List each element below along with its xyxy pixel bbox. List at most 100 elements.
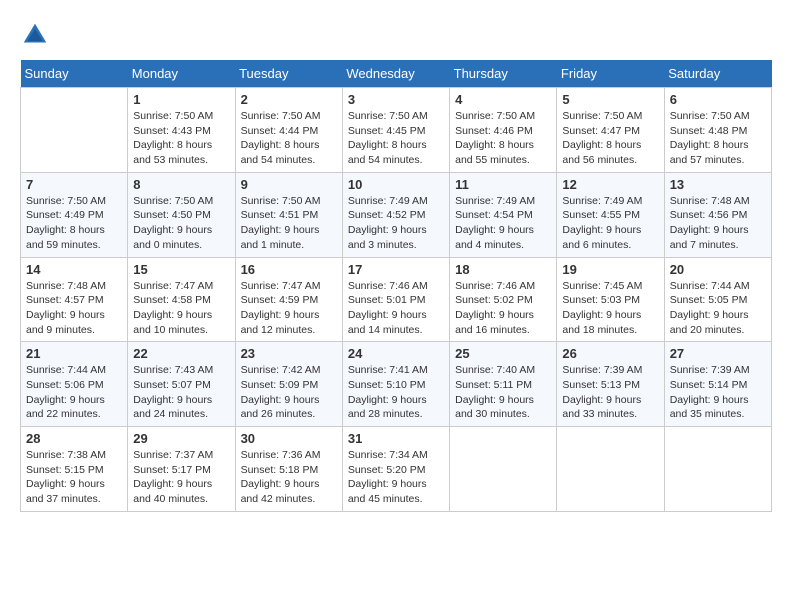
calendar-cell: 12 Sunrise: 7:49 AMSunset: 4:55 PMDaylig… [557,172,664,257]
day-detail: Sunrise: 7:50 AMSunset: 4:51 PMDaylight:… [241,194,337,253]
day-detail: Sunrise: 7:49 AMSunset: 4:54 PMDaylight:… [455,194,551,253]
day-detail: Sunrise: 7:45 AMSunset: 5:03 PMDaylight:… [562,279,658,338]
day-number: 27 [670,346,766,361]
day-number: 16 [241,262,337,277]
day-number: 30 [241,431,337,446]
day-number: 19 [562,262,658,277]
calendar-cell [557,427,664,512]
calendar-cell: 26 Sunrise: 7:39 AMSunset: 5:13 PMDaylig… [557,342,664,427]
calendar-cell: 20 Sunrise: 7:44 AMSunset: 5:05 PMDaylig… [664,257,771,342]
day-detail: Sunrise: 7:50 AMSunset: 4:47 PMDaylight:… [562,109,658,168]
day-number: 11 [455,177,551,192]
day-detail: Sunrise: 7:50 AMSunset: 4:49 PMDaylight:… [26,194,122,253]
day-number: 15 [133,262,229,277]
day-detail: Sunrise: 7:50 AMSunset: 4:44 PMDaylight:… [241,109,337,168]
calendar-cell [664,427,771,512]
calendar-day-header: Friday [557,60,664,88]
calendar-cell: 19 Sunrise: 7:45 AMSunset: 5:03 PMDaylig… [557,257,664,342]
day-number: 13 [670,177,766,192]
calendar-cell: 31 Sunrise: 7:34 AMSunset: 5:20 PMDaylig… [342,427,449,512]
day-detail: Sunrise: 7:46 AMSunset: 5:01 PMDaylight:… [348,279,444,338]
day-number: 24 [348,346,444,361]
day-detail: Sunrise: 7:50 AMSunset: 4:50 PMDaylight:… [133,194,229,253]
day-detail: Sunrise: 7:49 AMSunset: 4:52 PMDaylight:… [348,194,444,253]
day-number: 6 [670,92,766,107]
day-detail: Sunrise: 7:50 AMSunset: 4:43 PMDaylight:… [133,109,229,168]
day-number: 3 [348,92,444,107]
calendar-cell: 3 Sunrise: 7:50 AMSunset: 4:45 PMDayligh… [342,88,449,173]
calendar-cell: 23 Sunrise: 7:42 AMSunset: 5:09 PMDaylig… [235,342,342,427]
day-number: 9 [241,177,337,192]
day-number: 10 [348,177,444,192]
calendar-cell: 6 Sunrise: 7:50 AMSunset: 4:48 PMDayligh… [664,88,771,173]
calendar-cell: 17 Sunrise: 7:46 AMSunset: 5:01 PMDaylig… [342,257,449,342]
day-number: 20 [670,262,766,277]
day-number: 2 [241,92,337,107]
calendar-table: SundayMondayTuesdayWednesdayThursdayFrid… [20,60,772,512]
calendar-day-header: Saturday [664,60,771,88]
day-detail: Sunrise: 7:47 AMSunset: 4:59 PMDaylight:… [241,279,337,338]
calendar-header-row: SundayMondayTuesdayWednesdayThursdayFrid… [21,60,772,88]
calendar-cell: 18 Sunrise: 7:46 AMSunset: 5:02 PMDaylig… [450,257,557,342]
calendar-day-header: Monday [128,60,235,88]
calendar-cell: 29 Sunrise: 7:37 AMSunset: 5:17 PMDaylig… [128,427,235,512]
day-detail: Sunrise: 7:40 AMSunset: 5:11 PMDaylight:… [455,363,551,422]
day-detail: Sunrise: 7:34 AMSunset: 5:20 PMDaylight:… [348,448,444,507]
day-detail: Sunrise: 7:46 AMSunset: 5:02 PMDaylight:… [455,279,551,338]
day-detail: Sunrise: 7:39 AMSunset: 5:13 PMDaylight:… [562,363,658,422]
calendar-cell: 8 Sunrise: 7:50 AMSunset: 4:50 PMDayligh… [128,172,235,257]
day-number: 5 [562,92,658,107]
day-number: 28 [26,431,122,446]
day-detail: Sunrise: 7:38 AMSunset: 5:15 PMDaylight:… [26,448,122,507]
calendar-day-header: Sunday [21,60,128,88]
day-number: 17 [348,262,444,277]
calendar-cell: 27 Sunrise: 7:39 AMSunset: 5:14 PMDaylig… [664,342,771,427]
day-detail: Sunrise: 7:50 AMSunset: 4:48 PMDaylight:… [670,109,766,168]
day-detail: Sunrise: 7:39 AMSunset: 5:14 PMDaylight:… [670,363,766,422]
day-number: 8 [133,177,229,192]
calendar-day-header: Thursday [450,60,557,88]
day-number: 31 [348,431,444,446]
day-detail: Sunrise: 7:42 AMSunset: 5:09 PMDaylight:… [241,363,337,422]
day-detail: Sunrise: 7:50 AMSunset: 4:45 PMDaylight:… [348,109,444,168]
calendar-cell: 7 Sunrise: 7:50 AMSunset: 4:49 PMDayligh… [21,172,128,257]
calendar-cell: 24 Sunrise: 7:41 AMSunset: 5:10 PMDaylig… [342,342,449,427]
day-detail: Sunrise: 7:44 AMSunset: 5:06 PMDaylight:… [26,363,122,422]
calendar-cell: 21 Sunrise: 7:44 AMSunset: 5:06 PMDaylig… [21,342,128,427]
page-header [20,20,772,50]
calendar-cell: 5 Sunrise: 7:50 AMSunset: 4:47 PMDayligh… [557,88,664,173]
calendar-cell: 14 Sunrise: 7:48 AMSunset: 4:57 PMDaylig… [21,257,128,342]
calendar-cell [21,88,128,173]
calendar-cell: 22 Sunrise: 7:43 AMSunset: 5:07 PMDaylig… [128,342,235,427]
day-detail: Sunrise: 7:48 AMSunset: 4:57 PMDaylight:… [26,279,122,338]
day-number: 23 [241,346,337,361]
day-detail: Sunrise: 7:50 AMSunset: 4:46 PMDaylight:… [455,109,551,168]
calendar-day-header: Tuesday [235,60,342,88]
day-number: 14 [26,262,122,277]
calendar-week-row: 21 Sunrise: 7:44 AMSunset: 5:06 PMDaylig… [21,342,772,427]
logo-icon [20,20,50,50]
logo [20,20,54,50]
calendar-cell: 1 Sunrise: 7:50 AMSunset: 4:43 PMDayligh… [128,88,235,173]
day-detail: Sunrise: 7:47 AMSunset: 4:58 PMDaylight:… [133,279,229,338]
calendar-cell: 11 Sunrise: 7:49 AMSunset: 4:54 PMDaylig… [450,172,557,257]
calendar-cell [450,427,557,512]
calendar-cell: 9 Sunrise: 7:50 AMSunset: 4:51 PMDayligh… [235,172,342,257]
calendar-cell: 13 Sunrise: 7:48 AMSunset: 4:56 PMDaylig… [664,172,771,257]
calendar-day-header: Wednesday [342,60,449,88]
calendar-week-row: 1 Sunrise: 7:50 AMSunset: 4:43 PMDayligh… [21,88,772,173]
calendar-cell: 4 Sunrise: 7:50 AMSunset: 4:46 PMDayligh… [450,88,557,173]
day-number: 25 [455,346,551,361]
calendar-cell: 16 Sunrise: 7:47 AMSunset: 4:59 PMDaylig… [235,257,342,342]
calendar-cell: 25 Sunrise: 7:40 AMSunset: 5:11 PMDaylig… [450,342,557,427]
day-number: 12 [562,177,658,192]
day-detail: Sunrise: 7:44 AMSunset: 5:05 PMDaylight:… [670,279,766,338]
day-number: 26 [562,346,658,361]
day-number: 7 [26,177,122,192]
calendar-cell: 28 Sunrise: 7:38 AMSunset: 5:15 PMDaylig… [21,427,128,512]
day-detail: Sunrise: 7:36 AMSunset: 5:18 PMDaylight:… [241,448,337,507]
day-number: 18 [455,262,551,277]
day-detail: Sunrise: 7:43 AMSunset: 5:07 PMDaylight:… [133,363,229,422]
calendar-week-row: 14 Sunrise: 7:48 AMSunset: 4:57 PMDaylig… [21,257,772,342]
calendar-week-row: 28 Sunrise: 7:38 AMSunset: 5:15 PMDaylig… [21,427,772,512]
